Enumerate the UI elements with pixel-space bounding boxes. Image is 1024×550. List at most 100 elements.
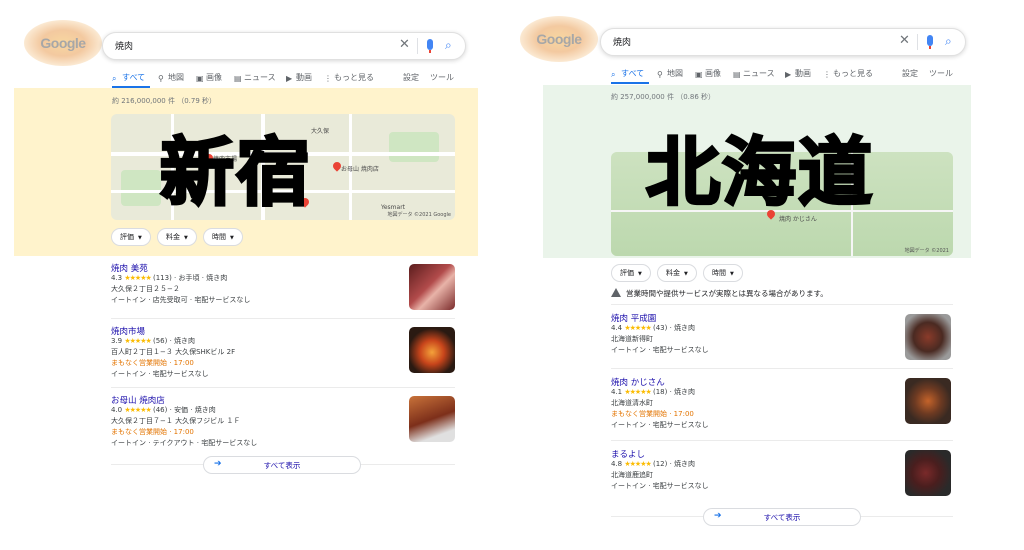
- place-services: イートイン · 宅配サービスなし: [611, 421, 709, 429]
- tab-tools[interactable]: ツール: [430, 72, 454, 83]
- image-icon: ▣: [695, 70, 703, 79]
- clear-icon[interactable]: ✕: [399, 37, 410, 52]
- chip-hours-label: 時間: [712, 269, 726, 277]
- show-all-button[interactable]: ➔ すべて表示: [203, 456, 361, 474]
- place-photo[interactable]: [905, 450, 951, 496]
- chip-rating-label: 評価: [120, 233, 134, 241]
- tab-tools[interactable]: ツール: [929, 68, 953, 79]
- place-services: イートイン · 店先受取可 · 宅配サービスなし: [111, 296, 251, 304]
- search-icon[interactable]: ⌕: [445, 38, 452, 53]
- review-count: (46): [153, 406, 168, 414]
- result-count: 約 257,000,000 件 （0.86 秒）: [611, 93, 716, 101]
- show-all-button[interactable]: ➔ すべて表示: [703, 508, 861, 526]
- divider: [611, 304, 953, 305]
- tab-videos-label: 動画: [296, 73, 312, 82]
- place-photo[interactable]: [905, 378, 951, 424]
- tab-settings[interactable]: 設定: [403, 72, 419, 83]
- video-icon: ▶: [785, 70, 792, 79]
- list-item[interactable]: 焼肉 平成園 4.4 ★★★★★ (43) · 焼き肉 北海道新得町 イートイン…: [611, 312, 953, 372]
- tab-videos-label: 動画: [795, 69, 811, 78]
- rating-value: 4.4: [611, 324, 623, 332]
- map-label: Yesmart: [381, 204, 406, 211]
- place-address: 百人町２丁目１−３ 大久保SHKビル 2F: [111, 348, 236, 356]
- place-address: 大久保２丁目２５−２: [111, 285, 180, 293]
- tab-news[interactable]: ▤ ニュース: [733, 68, 775, 79]
- tab-news-label: ニュース: [743, 69, 775, 78]
- tab-settings[interactable]: 設定: [902, 68, 918, 79]
- tab-images-label: 画像: [206, 73, 222, 82]
- rating-value: 4.8: [611, 460, 623, 468]
- list-item[interactable]: 焼肉 美苑 4.3 ★★★★★ (113) · お手頃 · 焼き肉 大久保２丁目…: [111, 262, 455, 322]
- tab-videos[interactable]: ▶ 動画: [286, 72, 312, 83]
- place-rating-line: 4.0 ★★★★★ (46) · 安価 · 焼き肉: [111, 406, 216, 414]
- place-category: 焼き肉: [674, 460, 696, 468]
- rating-value: 3.9: [111, 337, 123, 345]
- search-box[interactable]: 焼肉 ✕ ⌕: [102, 32, 466, 60]
- chip-price-label: 料金: [166, 233, 180, 241]
- list-item[interactable]: お母山 焼肉店 4.0 ★★★★★ (46) · 安価 · 焼き肉 大久保２丁目…: [111, 394, 455, 454]
- tab-images[interactable]: ▣ 画像: [695, 68, 721, 79]
- star-rating-icon: ★★★★★: [124, 337, 151, 345]
- tab-more[interactable]: ⋮ もっと見る: [324, 72, 374, 83]
- list-item[interactable]: 焼肉市場 3.9 ★★★★★ (56) · 焼き肉 百人町２丁目１−３ 大久保S…: [111, 325, 455, 385]
- image-icon: ▣: [196, 74, 204, 83]
- mic-icon[interactable]: [927, 35, 933, 49]
- search-box[interactable]: 焼肉 ✕ ⌕: [600, 28, 966, 56]
- place-category: 焼き肉: [174, 337, 196, 345]
- place-photo[interactable]: [905, 314, 951, 360]
- show-all-label: すべて表示: [763, 513, 801, 522]
- filter-chips: 評価 ▼ 料金 ▼ 時間 ▼: [611, 264, 811, 282]
- chip-hours[interactable]: 時間 ▼: [703, 264, 743, 282]
- chevron-down-icon: ▼: [184, 235, 188, 241]
- list-item[interactable]: まるよし 4.8 ★★★★★ (12) · 焼き肉 北海道鹿追町 イートイン ·…: [611, 448, 953, 508]
- chip-hours[interactable]: 時間 ▼: [203, 228, 243, 246]
- tab-videos[interactable]: ▶ 動画: [785, 68, 811, 79]
- chip-price[interactable]: 料金 ▼: [657, 264, 697, 282]
- tab-maps[interactable]: ⚲ 地図: [158, 72, 184, 83]
- place-photo[interactable]: [409, 264, 455, 310]
- chip-rating[interactable]: 評価 ▼: [111, 228, 151, 246]
- tab-maps-label: 地図: [168, 73, 184, 82]
- google-logo[interactable]: Google: [24, 20, 102, 66]
- result-count: 約 216,000,000 件 （0.79 秒）: [112, 97, 217, 105]
- place-services: イートイン · 宅配サービスなし: [111, 370, 209, 378]
- tab-maps[interactable]: ⚲ 地図: [657, 68, 683, 79]
- tab-all[interactable]: ⌕ すべて: [112, 72, 145, 83]
- chip-rating-label: 評価: [620, 269, 634, 277]
- search-tabs: ⌕ すべて ⚲ 地図 ▣ 画像 ▤ ニュース ▶ 動画 ⋮ もっと見る 設定 ツール: [112, 72, 464, 86]
- chevron-down-icon: ▼: [138, 235, 142, 241]
- clear-icon[interactable]: ✕: [899, 33, 910, 48]
- place-photo[interactable]: [409, 327, 455, 373]
- divider: [111, 387, 455, 388]
- rating-value: 4.0: [111, 406, 123, 414]
- star-rating-icon: ★★★★★: [624, 460, 651, 468]
- mic-icon[interactable]: [427, 39, 433, 53]
- google-logo[interactable]: Google: [520, 16, 598, 62]
- place-address: 北海道新得町: [611, 335, 653, 343]
- place-category: お手頃 · 焼き肉: [178, 274, 228, 282]
- tab-more[interactable]: ⋮ もっと見る: [823, 68, 873, 79]
- more-dots-icon: ⋮: [324, 74, 332, 83]
- place-address: 北海道鹿追町: [611, 471, 653, 479]
- map-pin-icon: ⚲: [657, 70, 663, 79]
- place-category: 焼き肉: [674, 388, 696, 396]
- search-query[interactable]: 焼肉: [115, 39, 133, 52]
- chip-rating[interactable]: 評価 ▼: [611, 264, 651, 282]
- place-hours: まもなく営業開始 · 17:00: [111, 359, 194, 367]
- map-park: [121, 170, 161, 206]
- chip-price[interactable]: 料金 ▼: [157, 228, 197, 246]
- search-icon[interactable]: ⌕: [945, 34, 952, 49]
- tab-news[interactable]: ▤ ニュース: [234, 72, 276, 83]
- search-query[interactable]: 焼肉: [613, 35, 631, 48]
- chevron-down-icon: ▼: [684, 271, 688, 277]
- place-category: 焼き肉: [674, 324, 696, 332]
- list-item[interactable]: 焼肉 かじさん 4.1 ★★★★★ (18) · 焼き肉 北海道清水町 まもなく…: [611, 376, 953, 436]
- chip-price-label: 料金: [666, 269, 680, 277]
- tab-all[interactable]: ⌕ すべて: [611, 68, 644, 79]
- tab-images[interactable]: ▣ 画像: [196, 72, 222, 83]
- search-divider: [917, 34, 918, 50]
- place-category: 安価 · 焼き肉: [174, 406, 216, 414]
- place-rating-line: 4.8 ★★★★★ (12) · 焼き肉: [611, 460, 696, 468]
- place-photo[interactable]: [409, 396, 455, 442]
- overlay-heading: 北海道: [645, 129, 874, 218]
